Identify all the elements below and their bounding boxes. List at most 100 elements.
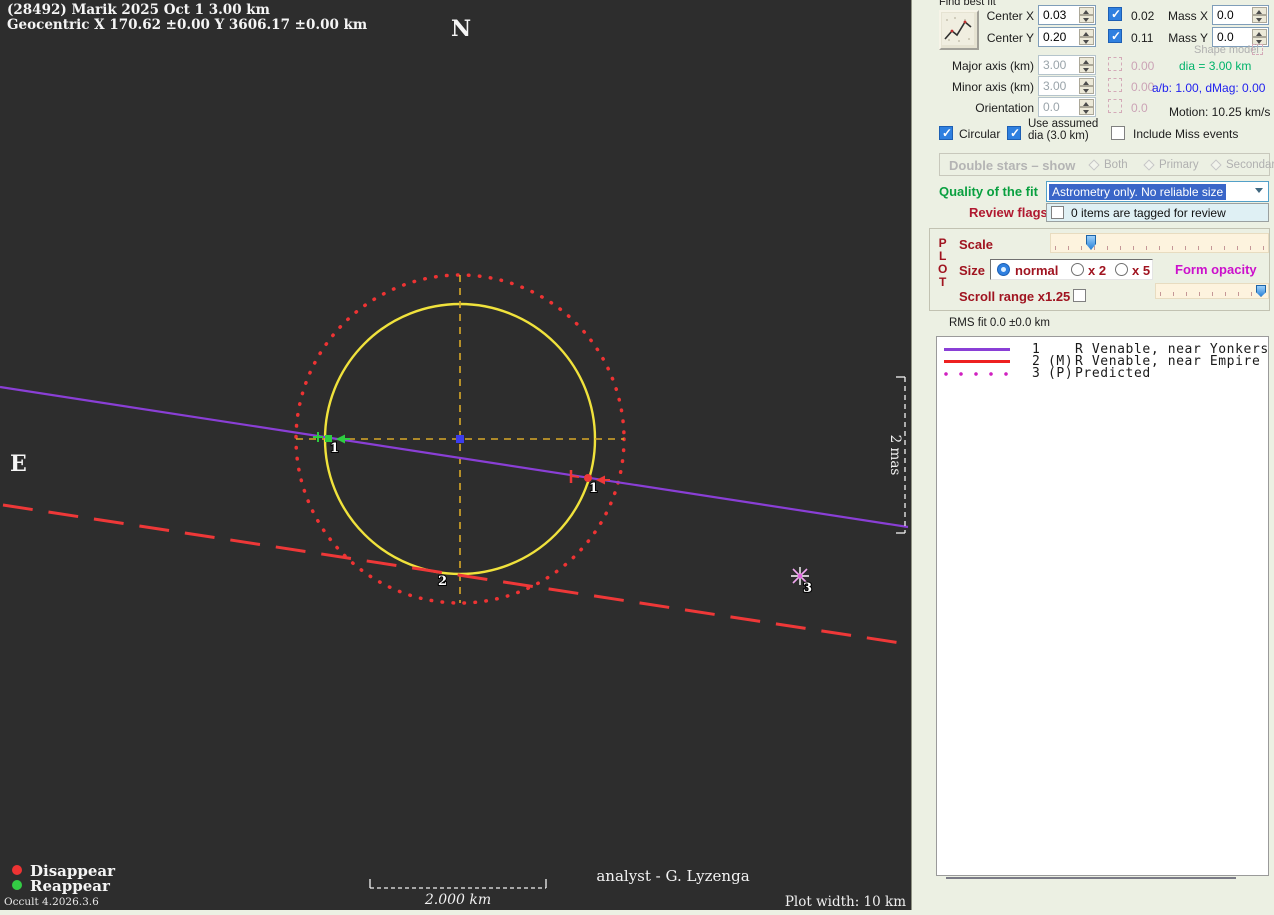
double-both-label: Both xyxy=(1104,159,1128,171)
plot-title-line2: Geocentric X 170.62 ±0.00 Y 3606.17 ±0.0… xyxy=(7,17,367,33)
reappear-legend-dot xyxy=(12,880,22,890)
include-miss-label: Include Miss events xyxy=(1133,127,1238,141)
star3-label: 3 xyxy=(803,581,812,596)
plot-group-vertical-label: P L O T xyxy=(938,237,947,289)
observer-list[interactable]: 1 R Venable, near Yonkers 2 (M) R Venabl… xyxy=(936,336,1269,876)
scale-label: Scale xyxy=(959,237,993,252)
form-opacity-slider-thumb[interactable] xyxy=(1256,285,1266,297)
plot-title-line1: (28492) Marik 2025 Oct 1 3.00 km xyxy=(7,2,270,18)
center-y-value: 0.20 xyxy=(1043,30,1066,44)
size-normal-label: normal xyxy=(1015,263,1058,278)
observer-num: 3 xyxy=(1032,367,1040,380)
mass-y-value: 0.0 xyxy=(1217,30,1234,44)
north-label: N xyxy=(451,16,471,42)
scale-slider[interactable] xyxy=(1050,233,1269,253)
center-x-value: 0.03 xyxy=(1043,8,1066,22)
use-assumed-dia-label: Use assumed dia (3.0 km) xyxy=(1028,119,1098,142)
center-y-err: 0.11 xyxy=(1131,31,1153,45)
orientation-label: Orientation xyxy=(932,101,1034,115)
minor-axis-spin-arrows xyxy=(1079,78,1094,94)
mass-x-spinner[interactable]: 0.0 xyxy=(1212,5,1269,25)
use-assumed-dia-checkbox[interactable] xyxy=(1007,126,1021,140)
predicted-swatch xyxy=(944,372,1010,376)
center-x-spinner[interactable]: 0.03 xyxy=(1038,5,1096,25)
reappear-legend-label: Reappear xyxy=(30,877,111,895)
ab-dmag-readout: a/b: 1.00, dMag: 0.00 xyxy=(1152,81,1265,95)
chord1-line[interactable] xyxy=(0,387,908,527)
double-stars-group: Double stars – show Both Primary Seconda… xyxy=(939,153,1270,176)
size-x2-label: x 2 xyxy=(1088,263,1106,278)
orientation-value: 0.0 xyxy=(1043,100,1060,114)
major-axis-label: Major axis (km) xyxy=(932,59,1034,73)
chord2-swatch xyxy=(944,360,1010,363)
observer-row[interactable]: 3 (P) Predicted xyxy=(937,367,1268,380)
scroll-range-checkbox[interactable] xyxy=(1073,289,1086,302)
circular-checkbox[interactable] xyxy=(939,126,953,140)
double-secondary-radio xyxy=(1210,159,1221,170)
shape-model-label: Shape model xyxy=(1194,44,1259,56)
panel-divider xyxy=(946,877,1236,879)
mass-y-label: Mass Y xyxy=(1164,31,1208,45)
observer-name: Predicted xyxy=(1075,367,1151,380)
east-label: E xyxy=(10,451,27,477)
major-axis-err: 0.00 xyxy=(1131,59,1154,73)
motion-readout: Motion: 10.25 km/s xyxy=(1169,105,1270,119)
scale-bar-label: 2.000 km xyxy=(424,892,491,908)
center-mark[interactable] xyxy=(456,435,464,443)
mass-x-label: Mass X xyxy=(1164,9,1208,23)
chord-plot-svg: (28492) Marik 2025 Oct 1 3.00 km Geocent… xyxy=(0,0,911,910)
fit-control-panel: Find best fit Center X 0.03 0.02 Mass X … xyxy=(911,0,1274,910)
mas-bracket-label: 2 mas xyxy=(887,435,903,476)
double-primary-label: Primary xyxy=(1159,159,1199,171)
rms-fit-readout: RMS fit 0.0 ±0.0 km xyxy=(949,317,1050,329)
use-assumed-line2: dia (3.0 km) xyxy=(1028,131,1098,143)
dropdown-chevron-icon[interactable] xyxy=(1255,188,1263,193)
major-axis-spin-arrows xyxy=(1079,57,1094,73)
form-opacity-slider[interactable] xyxy=(1155,283,1269,299)
quality-of-fit-label: Quality of the fit xyxy=(939,184,1038,199)
dia-readout: dia = 3.00 km xyxy=(1179,59,1251,73)
center-x-err: 0.02 xyxy=(1131,9,1154,23)
include-miss-checkbox[interactable] xyxy=(1111,126,1125,140)
use-assumed-line1: Use assumed xyxy=(1028,119,1098,131)
plot-width-label: Plot width: 10 km xyxy=(785,894,906,910)
double-stars-label: Double stars – show xyxy=(949,158,1075,173)
scroll-range-label: Scroll range x1.25 xyxy=(959,289,1070,304)
center-x-fit-checkbox[interactable] xyxy=(1108,7,1122,21)
km-scale-bar xyxy=(370,879,546,888)
center-y-spin-arrows[interactable] xyxy=(1079,29,1094,45)
minor-axis-value: 3.00 xyxy=(1043,79,1066,93)
center-y-fit-checkbox[interactable] xyxy=(1108,29,1122,43)
review-flags-checkbox[interactable] xyxy=(1051,206,1064,219)
minor-axis-spinner: 3.00 xyxy=(1038,76,1096,96)
mass-x-spin-arrows[interactable] xyxy=(1252,7,1267,23)
mass-y-spin-arrows[interactable] xyxy=(1252,29,1267,45)
minor-axis-err: 0.00 xyxy=(1131,80,1154,94)
major-axis-spinner: 3.00 xyxy=(1038,55,1096,75)
double-secondary-label: Secondary xyxy=(1226,159,1274,171)
quality-of-fit-dropdown[interactable]: Astrometry only. No reliable size xyxy=(1046,181,1269,202)
double-primary-radio xyxy=(1143,159,1154,170)
size-normal-radio[interactable] xyxy=(997,263,1010,276)
chord2-label: 2 xyxy=(438,574,447,589)
form-opacity-label: Form opacity xyxy=(1175,262,1257,277)
observer-tag: (P) xyxy=(1048,367,1073,380)
orientation-spinner: 0.0 xyxy=(1038,97,1096,117)
center-y-label: Center Y xyxy=(932,31,1034,45)
chord1-swatch xyxy=(944,348,1010,351)
analyst-label: analyst - G. Lyzenga xyxy=(596,867,749,885)
size-x5-radio[interactable] xyxy=(1115,263,1128,276)
find-best-fit-label: Find best fit xyxy=(939,0,996,8)
chord-plot-canvas[interactable]: (28492) Marik 2025 Oct 1 3.00 km Geocent… xyxy=(0,0,911,910)
mass-x-value: 0.0 xyxy=(1217,8,1234,22)
center-y-spinner[interactable]: 0.20 xyxy=(1038,27,1096,47)
size-x5-label: x 5 xyxy=(1132,263,1150,278)
scale-slider-thumb[interactable] xyxy=(1086,235,1096,250)
minor-axis-fit-checkbox xyxy=(1108,78,1122,92)
major-axis-fit-checkbox xyxy=(1108,57,1122,71)
review-flags-box: 0 items are tagged for review xyxy=(1046,203,1269,222)
center-x-spin-arrows[interactable] xyxy=(1079,7,1094,23)
orientation-spin-arrows xyxy=(1079,99,1094,115)
size-x2-radio[interactable] xyxy=(1071,263,1084,276)
center-x-label: Center X xyxy=(932,9,1034,23)
